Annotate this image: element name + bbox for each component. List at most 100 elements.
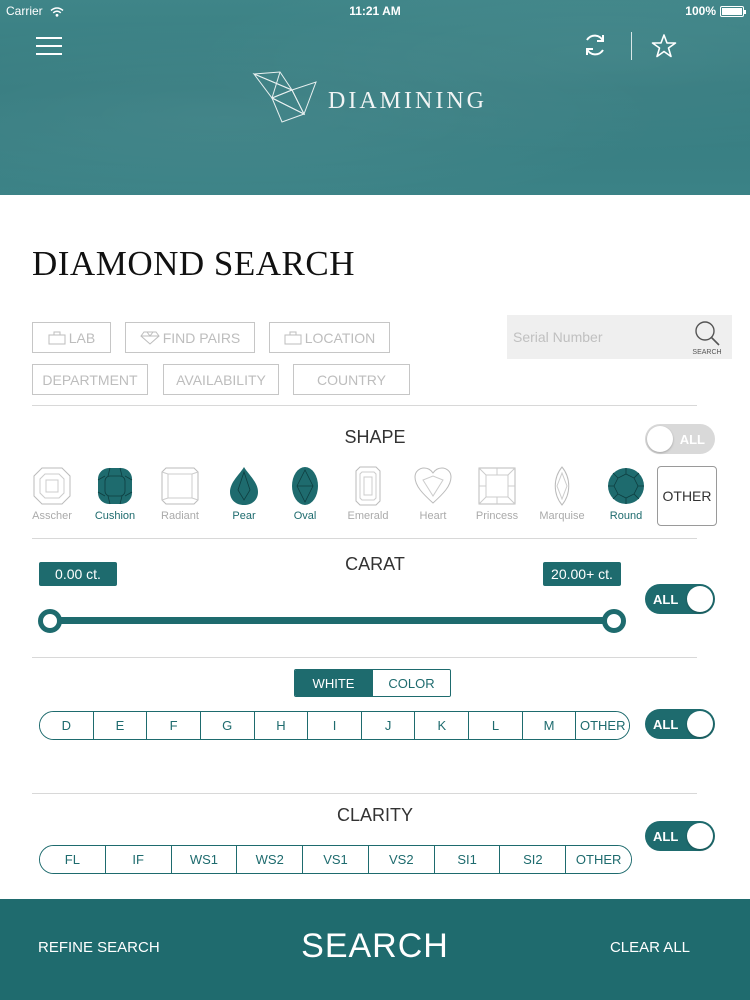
oval-shape-icon [292,467,318,505]
shape-name: Radiant [161,510,199,522]
shape-name: Marquise [539,510,585,522]
shape-other-button[interactable]: OTHER [657,466,717,526]
clarity-grade-selector: FL IF WS1 WS2 VS1 VS2 SI1 SI2 OTHER [39,845,632,874]
color-grade-k[interactable]: K [415,712,470,739]
bag-icon [48,331,66,344]
shape-asscher[interactable]: Asscher [27,466,77,522]
shape-round[interactable]: Round [601,466,651,522]
battery-icon [720,5,746,17]
carat-min-handle[interactable] [38,609,62,633]
color-grade-g[interactable]: G [200,712,255,739]
carat-all-toggle[interactable]: ALL [645,584,715,614]
filter-label: LAB [68,329,96,346]
serial-number-box: SEARCH [507,315,732,359]
round-shape-icon [608,468,644,504]
divider [32,793,697,794]
refresh-icon[interactable] [582,32,608,58]
clear-all-button[interactable]: CLEAR ALL [610,939,690,956]
clarity-grade-si1[interactable]: SI1 [434,846,501,873]
clarity-grade-si2[interactable]: SI2 [500,846,567,873]
divider [32,405,697,406]
color-grade-e[interactable]: E [93,712,148,739]
color-grade-l[interactable]: L [469,712,523,739]
search-button[interactable]: SEARCH [301,927,449,965]
menu-icon[interactable] [36,37,62,55]
bag-icon [284,331,302,344]
carat-max-handle[interactable] [602,609,626,633]
search-icon [695,321,720,346]
filter-label: DEPARTMENT [42,371,138,388]
color-grade-i[interactable]: I [308,712,362,739]
toggle-label: ALL [679,432,705,447]
shape-name: Oval [293,510,317,522]
carat-max-label: 20.00+ ct. [543,562,621,586]
shape-all-toggle[interactable]: ALL [645,424,715,454]
filter-label: AVAILABILITY [176,371,266,388]
color-grade-f[interactable]: F [147,712,201,739]
filter-location-button[interactable]: LOCATION [269,322,390,353]
status-time: 11:21 AM [349,4,401,18]
brand-name: DIAMINING [328,87,487,114]
clarity-grade-fl[interactable]: FL [40,846,106,873]
clarity-grade-ws2[interactable]: WS2 [237,846,304,873]
toggle-knob [687,586,713,612]
shape-emerald[interactable]: Emerald [343,466,393,522]
shape-name: Emerald [347,510,389,522]
heart-shape-icon [414,467,452,504]
tab-white[interactable]: WHITE [295,670,373,696]
color-all-toggle[interactable]: ALL [645,709,715,739]
princess-shape-icon [478,467,516,505]
page-title: DIAMOND SEARCH [32,244,355,283]
toggle-label: ALL [653,592,679,607]
shape-pear[interactable]: Pear [219,466,269,522]
brand-logo: DIAMINING [252,68,487,124]
color-grade-m[interactable]: M [522,712,577,739]
toggle-knob [687,711,713,737]
clarity-grade-if[interactable]: IF [105,846,172,873]
serial-number-input[interactable] [513,326,683,348]
filter-find-pairs-button[interactable]: FIND PAIRS [125,322,255,353]
marquise-shape-icon [554,466,570,506]
color-grade-j[interactable]: J [361,712,416,739]
carat-slider-track[interactable] [50,617,614,624]
clarity-grade-vs1[interactable]: VS1 [303,846,369,873]
star-icon[interactable] [651,33,677,59]
asscher-shape-icon [33,467,71,505]
carat-min-label: 0.00 ct. [39,562,117,586]
shape-name: Cushion [94,510,136,522]
filter-department-button[interactable]: DEPARTMENT [32,364,148,395]
clarity-all-toggle[interactable]: ALL [645,821,715,851]
toggle-label: ALL [653,829,679,844]
serial-search-label: SEARCH [692,349,722,356]
status-bar: Carrier 11:21 AM 100% [0,0,750,22]
cushion-shape-icon [97,467,133,505]
shape-radiant[interactable]: Radiant [155,466,205,522]
shape-cushion[interactable]: Cushion [90,466,140,522]
filter-country-button[interactable]: COUNTRY [293,364,410,395]
clarity-grade-other[interactable]: OTHER [566,846,631,873]
color-grade-d[interactable]: D [40,712,94,739]
battery-text: 100% [685,4,716,18]
shape-marquise[interactable]: Marquise [537,466,587,522]
color-grade-h[interactable]: H [254,712,309,739]
shape-name: Asscher [32,510,72,522]
radiant-shape-icon [161,467,199,505]
shape-princess[interactable]: Princess [472,466,522,522]
color-type-tabs: WHITE COLOR [294,669,451,697]
divider [32,538,697,539]
tab-color[interactable]: COLOR [373,670,450,696]
serial-search-button[interactable]: SEARCH [690,319,724,357]
clarity-grade-ws1[interactable]: WS1 [171,846,238,873]
toggle-knob [687,823,713,849]
clarity-title: CLARITY [336,805,414,825]
toggle-knob [647,426,673,452]
filter-label: LOCATION [304,329,376,346]
color-grade-other[interactable]: OTHER [576,712,629,739]
shape-oval[interactable]: Oval [280,466,330,522]
filter-lab-button[interactable]: LAB [32,322,111,353]
clarity-grade-vs2[interactable]: VS2 [368,846,435,873]
shape-name: Princess [475,510,519,522]
shape-title: SHAPE [344,427,406,447]
shape-heart[interactable]: Heart [408,466,458,522]
filter-availability-button[interactable]: AVAILABILITY [163,364,279,395]
